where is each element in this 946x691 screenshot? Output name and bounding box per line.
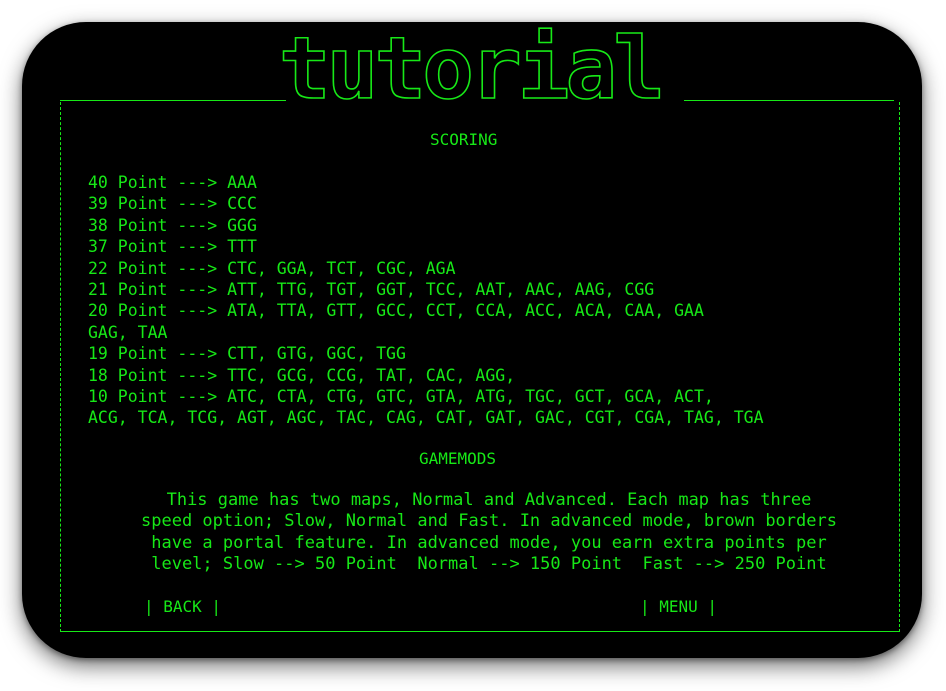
scoring-title: SCORING (430, 130, 498, 149)
gamemods-line: have a portal feature. In advanced mode,… (151, 532, 827, 553)
gamemods-description: This game has two maps, Normal and Advan… (104, 490, 874, 576)
back-button[interactable]: | BACK | (144, 597, 221, 616)
scoring-line: 10 Point ---> ATC, CTA, CTG, GTC, GTA, A… (88, 387, 714, 407)
tutorial-banner-text: tutorial (279, 22, 661, 108)
menu-button[interactable]: | MENU | (640, 597, 717, 616)
scoring-line: 40 Point ---> AAA (88, 173, 257, 192)
scoring-line: 39 Point ---> CCC (88, 194, 257, 214)
scoring-line: 19 Point ---> CTT, GTG, GGC, TGG (88, 344, 406, 364)
frame-bottom-line (60, 631, 900, 632)
scoring-line: 20 Point ---> ATA, TTA, GTT, GCC, CCT, C… (88, 301, 704, 321)
gamemods-line: level; Slow --> 50 Point Normal --> 150 … (151, 554, 827, 575)
frame-right-border (899, 102, 900, 632)
scoring-line: 21 Point ---> ATT, TTG, TGT, GGT, TCC, A… (88, 280, 655, 300)
tutorial-banner-logo: tutorial (278, 22, 666, 108)
frame-top-right-line (684, 100, 894, 101)
game-screen: tutorial SCORING 40 Point ---> AAA 39 Poi… (22, 22, 922, 658)
scoring-line: 18 Point ---> TTC, GCG, CCG, TAT, CAC, A… (88, 365, 516, 385)
scoring-line: 37 Point ---> TTT (88, 237, 257, 257)
scoring-line: 22 Point ---> CTC, GGA, TCT, CGC, AGA (88, 258, 456, 278)
scoring-list: 40 Point ---> AAA 39 Point ---> CCC 38 Poi… (88, 172, 764, 429)
gamemods-line: speed option; Slow, Normal and Fast. In … (141, 511, 837, 532)
gamemods-line: This game has two maps, Normal and Advan… (166, 490, 812, 510)
scoring-line: ACG, TCA, TCG, AGT, AGC, TAC, CAG, CAT, … (88, 408, 764, 428)
scoring-line: GAG, TAA (88, 322, 168, 342)
frame-top-left-line (60, 100, 286, 101)
frame-left-border (60, 102, 61, 632)
scoring-line: 38 Point ---> GGG (88, 215, 257, 235)
gamemods-title: GAMEMODS (419, 449, 497, 468)
